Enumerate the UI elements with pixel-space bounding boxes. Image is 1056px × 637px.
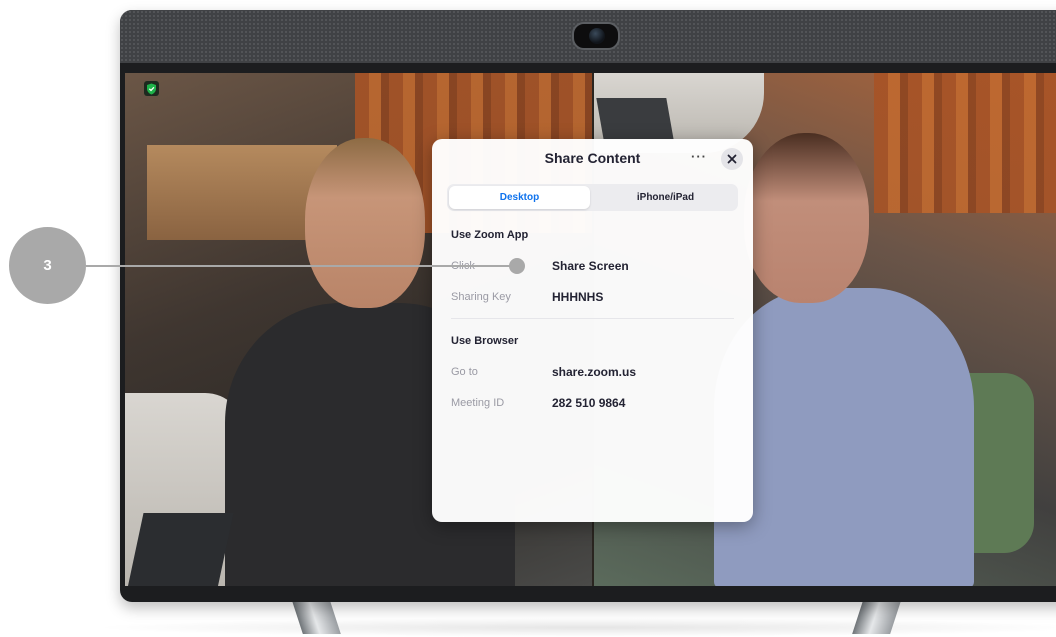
tab-iphone-ipad[interactable]: iPhone/iPad bbox=[595, 186, 736, 209]
person-body bbox=[714, 288, 974, 586]
click-value: Share Screen bbox=[552, 259, 629, 273]
shield-check-icon bbox=[144, 81, 159, 96]
close-button[interactable] bbox=[721, 148, 743, 170]
section-title-browser: Use Browser bbox=[451, 335, 519, 347]
person-head bbox=[305, 138, 425, 308]
more-horizontal-icon[interactable]: ··· bbox=[689, 150, 709, 167]
floor-shadow bbox=[90, 618, 1056, 637]
sharing-key-label: Sharing Key bbox=[451, 291, 511, 303]
share-tabs: Desktop iPhone/iPad bbox=[447, 184, 738, 211]
camera-lens bbox=[589, 28, 605, 44]
meeting-id-label: Meeting ID bbox=[451, 397, 505, 409]
speaker-bar bbox=[120, 10, 1056, 63]
curtain bbox=[874, 73, 1056, 213]
go-to-label: Go to bbox=[451, 366, 478, 378]
section-title-zoom-app: Use Zoom App bbox=[451, 229, 529, 241]
callout-dot bbox=[509, 258, 525, 274]
meeting-id-value: 282 510 9864 bbox=[552, 396, 626, 410]
callout-line bbox=[86, 265, 518, 267]
keyboard bbox=[596, 98, 674, 140]
camera-icon bbox=[572, 22, 620, 50]
divider bbox=[451, 318, 734, 319]
close-icon bbox=[727, 154, 737, 164]
callout-badge: 3 bbox=[9, 227, 86, 304]
laptop bbox=[126, 513, 234, 586]
sharing-key-value: HHHNHS bbox=[552, 290, 604, 304]
person-head bbox=[744, 133, 869, 303]
go-to-value: share.zoom.us bbox=[552, 365, 637, 379]
tab-desktop[interactable]: Desktop bbox=[449, 186, 590, 209]
share-content-dialog: Share Content ··· Desktop iPhone/iPad Us… bbox=[432, 139, 753, 522]
